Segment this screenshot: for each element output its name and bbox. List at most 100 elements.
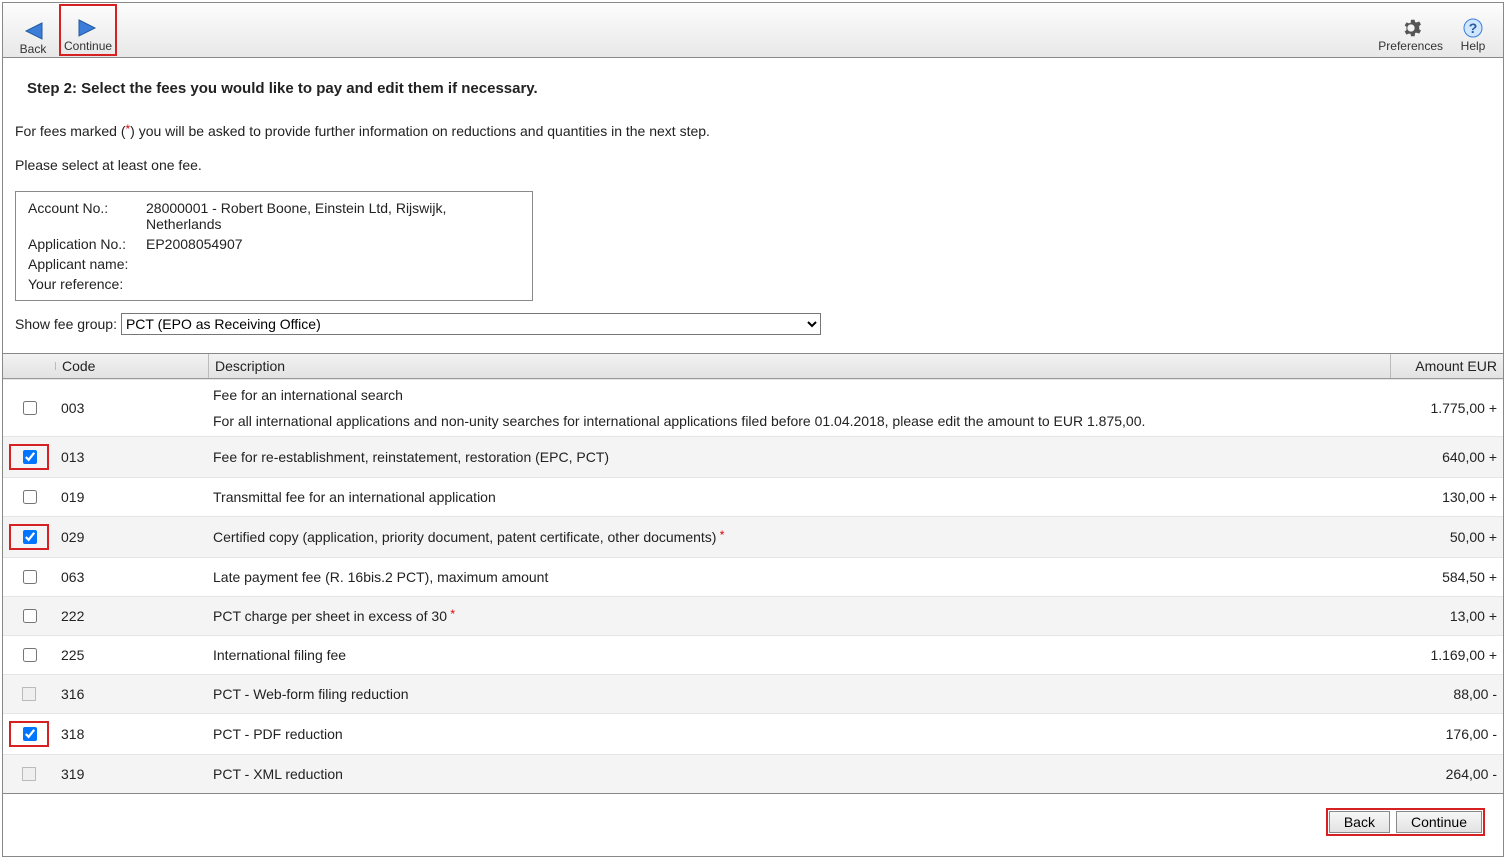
your-reference-value (142, 274, 524, 294)
asterisk-icon: * (125, 122, 130, 136)
fee-amount: 50,00 + (1391, 526, 1503, 548)
fee-code: 318 (55, 723, 207, 745)
fee-amount: 584,50 + (1391, 566, 1503, 588)
fee-checkbox-cell (3, 395, 55, 421)
continue-button-highlight: Continue (59, 4, 117, 56)
fee-code: 319 (55, 763, 207, 785)
fee-description: PCT charge per sheet in excess of 30 * (207, 605, 1391, 627)
asterisk-icon: * (447, 607, 455, 621)
fee-row: 222 PCT charge per sheet in excess of 30 … (3, 596, 1503, 635)
help-button[interactable]: ? Help (1451, 7, 1495, 53)
back-arrow-icon (20, 20, 46, 42)
fee-checkbox[interactable] (23, 648, 37, 662)
continue-label: Continue (64, 39, 112, 53)
fee-amount: 88,00 - (1391, 683, 1503, 705)
fee-row: 063 Late payment fee (R. 16bis.2 PCT), ma… (3, 557, 1503, 596)
preferences-label: Preferences (1378, 39, 1443, 53)
footer-button-highlight: Back Continue (1326, 808, 1485, 836)
applicant-name-value (142, 254, 524, 274)
fee-checkbox[interactable] (23, 401, 37, 415)
fee-checkbox-cell (3, 684, 55, 704)
checkbox-highlight (9, 721, 49, 747)
fee-desc-main: PCT charge per sheet in excess of 30 * (213, 608, 1385, 624)
fee-checkbox-cell (3, 718, 55, 750)
fee-table: Code Description Amount EUR 003Fee for a… (3, 353, 1503, 794)
checkbox-wrap (9, 567, 49, 587)
fee-checkbox[interactable] (23, 530, 37, 544)
continue-button[interactable]: Continue (62, 7, 114, 53)
toolbar-left: Back Continue (11, 4, 117, 56)
fee-rows: 003 Fee for an international search For al… (3, 379, 1503, 793)
window-frame: Back Continue Preferences ? (2, 2, 1504, 857)
fee-row: 003 Fee for an international search For al… (3, 379, 1503, 436)
fee-checkbox[interactable] (23, 450, 37, 464)
fee-code: 316 (55, 683, 207, 705)
fee-description: Fee for an international search For all i… (207, 384, 1391, 432)
fee-code: 063 (55, 566, 207, 588)
fee-desc-main: PCT - PDF reduction (213, 726, 1385, 742)
fee-code: 013 (55, 446, 207, 468)
fee-row: 019Transmittal fee for an international … (3, 477, 1503, 516)
checkbox-wrap (9, 398, 49, 418)
col-description: Description (209, 354, 1391, 378)
fee-desc-sub: For all international applications and n… (213, 413, 1385, 429)
account-info-box: Account No.: 28000001 - Robert Boone, Ei… (15, 191, 533, 301)
fee-checkbox-disabled (22, 687, 36, 701)
fee-checkbox[interactable] (23, 490, 37, 504)
checkbox-highlight (9, 444, 49, 470)
asterisk-icon: * (716, 528, 724, 542)
fee-code: 003 (55, 397, 207, 419)
footer-continue-button[interactable]: Continue (1396, 811, 1482, 833)
fee-row: 319 PCT - XML reduction 264,00 - (3, 754, 1503, 793)
fee-description: PCT - XML reduction (207, 763, 1391, 785)
fee-checkbox[interactable] (23, 609, 37, 623)
fee-code: 019 (55, 486, 207, 508)
fee-amount: 640,00 + (1391, 446, 1503, 468)
fee-amount: 1.169,00 + (1391, 644, 1503, 666)
forward-arrow-icon (75, 17, 101, 39)
fee-amount: 176,00 - (1391, 723, 1503, 745)
back-button[interactable]: Back (11, 10, 55, 56)
application-no-value: EP2008054907 (142, 234, 524, 254)
fee-row: 029Certified copy (application, priority… (3, 516, 1503, 557)
fee-code: 029 (55, 526, 207, 548)
fee-group-label: Show fee group: (15, 316, 117, 332)
fee-checkbox[interactable] (23, 727, 37, 741)
fee-table-header: Code Description Amount EUR (3, 354, 1503, 379)
help-label: Help (1461, 39, 1486, 53)
fee-group-select[interactable]: PCT (EPO as Receiving Office) (121, 313, 821, 335)
fee-group-row: Show fee group: PCT (EPO as Receiving Of… (15, 313, 1491, 335)
col-code: Code (56, 354, 209, 378)
help-icon: ? (1462, 17, 1484, 39)
fee-desc-main: Fee for an international search (213, 387, 1385, 403)
fee-amount: 130,00 + (1391, 486, 1503, 508)
fee-code: 222 (55, 605, 207, 627)
back-label: Back (20, 42, 47, 56)
fee-description: Transmittal fee for an international app… (207, 486, 1391, 508)
checkbox-highlight (9, 524, 49, 550)
fee-desc-main: Late payment fee (R. 16bis.2 PCT), maxim… (213, 569, 1385, 585)
fee-amount: 264,00 - (1391, 763, 1503, 785)
intro-text: For fees marked (*) you will be asked to… (15, 123, 1491, 139)
checkbox-wrap (9, 645, 49, 665)
fee-desc-main: PCT - Web-form filing reduction (213, 686, 1385, 702)
fee-row: 013 Fee for re-establishment, reinstateme… (3, 436, 1503, 477)
fee-checkbox[interactable] (23, 570, 37, 584)
fee-amount: 13,00 + (1391, 605, 1503, 627)
fee-desc-main: Fee for re-establishment, reinstatement,… (213, 449, 1385, 465)
preferences-button[interactable]: Preferences (1376, 7, 1445, 53)
application-no-label: Application No.: (24, 234, 142, 254)
checkbox-wrap (9, 487, 49, 507)
footer-back-button[interactable]: Back (1329, 811, 1390, 833)
toolbar: Back Continue Preferences ? (3, 3, 1503, 58)
col-checkbox (3, 362, 56, 370)
svg-text:?: ? (1469, 20, 1478, 36)
checkbox-wrap (9, 687, 49, 701)
fee-description: Certified copy (application, priority do… (207, 526, 1391, 548)
fee-description: Late payment fee (R. 16bis.2 PCT), maxim… (207, 566, 1391, 588)
content-area: Step 2: Select the fees you would like t… (3, 58, 1503, 349)
fee-row: 318 PCT - PDF reduction 176,00 - (3, 713, 1503, 754)
fee-desc-main: PCT - XML reduction (213, 766, 1385, 782)
gear-icon (1400, 17, 1422, 39)
checkbox-wrap (9, 606, 49, 626)
